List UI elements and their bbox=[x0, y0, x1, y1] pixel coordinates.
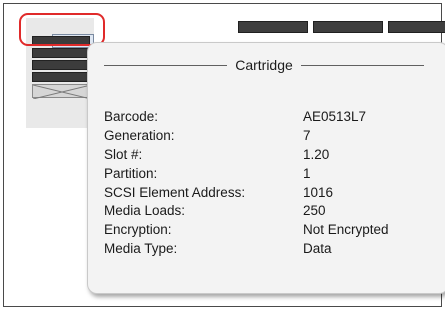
property-slot: Slot #: 1.20 bbox=[104, 146, 434, 165]
tape-drive[interactable] bbox=[313, 21, 383, 33]
property-media-loads: Media Loads: 250 bbox=[104, 202, 434, 221]
property-barcode: Barcode: AE0513L7 bbox=[104, 108, 434, 127]
cartridge-slot[interactable] bbox=[32, 72, 90, 82]
tape-drive[interactable] bbox=[388, 21, 445, 33]
popup-title: Cartridge bbox=[235, 57, 293, 73]
property-label: Generation: bbox=[104, 127, 175, 143]
cartridge-slot[interactable] bbox=[32, 48, 90, 58]
property-value: 1.20 bbox=[303, 146, 330, 162]
property-label: SCSI Element Address: bbox=[104, 184, 246, 200]
divider bbox=[104, 64, 228, 66]
property-partition: Partition: 1 bbox=[104, 165, 434, 184]
property-label: Slot #: bbox=[104, 146, 143, 162]
property-generation: Generation: 7 bbox=[104, 127, 434, 146]
cartridge-properties: Barcode: AE0513L7 Generation: 7 Slot #: … bbox=[104, 108, 434, 259]
tape-drive[interactable] bbox=[238, 21, 308, 33]
property-value: 1 bbox=[303, 165, 311, 181]
divider bbox=[300, 64, 424, 66]
cartridge-slot[interactable] bbox=[32, 60, 90, 70]
property-value: Not Encrypted bbox=[303, 222, 389, 238]
selection-highlight bbox=[19, 13, 105, 46]
popup-header: Cartridge bbox=[88, 57, 440, 73]
empty-slot-icon bbox=[33, 85, 91, 99]
property-label: Media Loads: bbox=[104, 203, 186, 219]
property-scsi-element-address: SCSI Element Address: 1016 bbox=[104, 184, 434, 203]
property-label: Barcode: bbox=[104, 109, 159, 124]
property-label: Encryption: bbox=[104, 222, 172, 238]
property-value: AE0513L7 bbox=[303, 109, 367, 124]
property-label: Media Type: bbox=[104, 241, 178, 257]
property-value: 250 bbox=[303, 203, 326, 219]
property-value: 1016 bbox=[303, 184, 334, 200]
property-media-type: Media Type: Data bbox=[104, 240, 434, 259]
empty-slot[interactable] bbox=[32, 84, 91, 99]
property-value: 7 bbox=[303, 127, 311, 143]
property-label: Partition: bbox=[104, 165, 158, 181]
property-encryption: Encryption: Not Encrypted bbox=[104, 221, 434, 240]
property-value: Data bbox=[303, 241, 332, 257]
